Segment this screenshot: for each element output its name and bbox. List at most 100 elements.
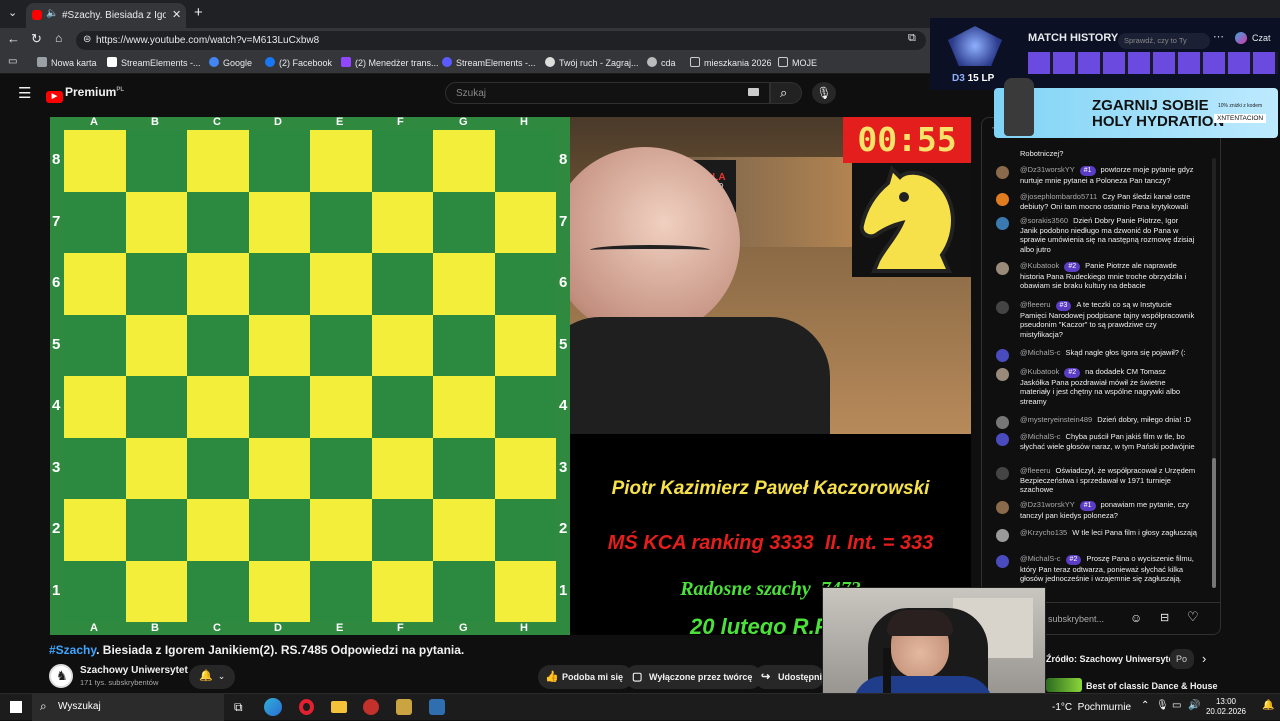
chat-author[interactable]: @MichalS-c: [1020, 554, 1061, 563]
audio-icon[interactable]: 🔈: [46, 8, 58, 19]
search-input[interactable]: Szukaj: [445, 82, 770, 104]
site-info-icon[interactable]: ⊜: [83, 34, 91, 45]
reading-list-icon[interactable]: ▭: [8, 56, 17, 67]
channel-avatar[interactable]: ♞: [49, 664, 73, 688]
copilot-icon[interactable]: [1235, 32, 1247, 44]
app-icon[interactable]: [363, 699, 379, 715]
channel-name[interactable]: Szachowy Uniwersytet: [80, 665, 188, 676]
home-icon[interactable]: ⌂: [55, 31, 62, 45]
bookmark-item[interactable]: (2) Menedżer trans...: [341, 57, 439, 68]
chat-author[interactable]: @Dz31worskYY: [1020, 165, 1075, 174]
chevron-down-icon: ⌄: [217, 671, 226, 681]
taskbar-search[interactable]: ⌕ Wyszukaj: [32, 694, 224, 721]
avatar[interactable]: [996, 349, 1009, 362]
heart-icon[interactable]: ♡: [1187, 609, 1199, 625]
creator-disabled-button[interactable]: ▢ Wyłączone przez twórcę: [625, 665, 763, 689]
chat-author[interactable]: @Dz31worskYY: [1020, 500, 1075, 509]
tab-close-icon[interactable]: ✕: [172, 8, 181, 21]
avatar[interactable]: [996, 301, 1009, 314]
like-button[interactable]: 👍 Podoba mi się: [538, 665, 634, 689]
menu-icon[interactable]: ☰: [18, 84, 31, 102]
new-tab-icon[interactable]: +: [194, 4, 203, 21]
keyboard-icon[interactable]: [748, 88, 759, 96]
board-square: [125, 499, 187, 561]
avatar[interactable]: [996, 368, 1009, 381]
task-view-icon[interactable]: ⧉: [234, 700, 243, 715]
reload-icon[interactable]: ↻: [31, 31, 42, 47]
windows-start-icon[interactable]: [10, 701, 22, 713]
search-button[interactable]: ⌕: [770, 82, 802, 104]
tab-list-chevron-icon[interactable]: ⌄: [8, 6, 17, 19]
bookmark-item[interactable]: Twój ruch - Zagraj...: [545, 57, 639, 68]
video-player[interactable]: A B C D E F G H A B C D E F G H 8 7 6 5 …: [50, 117, 971, 635]
network-icon[interactable]: ▭: [1172, 700, 1181, 711]
side-chat-label[interactable]: Czat: [1252, 33, 1271, 43]
chat-author[interactable]: @MichalS-c: [1020, 432, 1061, 441]
chat-author[interactable]: @josephlombardo5711: [1020, 192, 1097, 201]
back-icon[interactable]: ←: [7, 31, 20, 46]
microphone-icon[interactable]: 🎙: [812, 82, 836, 104]
chat-author[interactable]: @Kubatook: [1020, 367, 1059, 376]
chat-author[interactable]: @fleeeru: [1020, 300, 1051, 309]
volume-icon[interactable]: 🔊: [1188, 700, 1200, 711]
avatar[interactable]: [996, 262, 1009, 275]
avatar[interactable]: [996, 433, 1009, 446]
chat-input[interactable]: subskrybent...: [1048, 614, 1104, 624]
video-hashtag-link[interactable]: #Szachy: [49, 643, 96, 657]
recommended-title[interactable]: Best of classic Dance & House: [1086, 681, 1218, 691]
filter-chip[interactable]: Po: [1170, 649, 1194, 669]
bookmark-item[interactable]: cda: [647, 57, 676, 68]
emoji-icon[interactable]: ☺: [1130, 611, 1142, 625]
avatar[interactable]: [996, 501, 1009, 514]
youtube-logo[interactable]: ▶ PremiumPL: [46, 85, 124, 103]
bookmark-item[interactable]: StreamElements -...: [107, 57, 201, 68]
edge-icon[interactable]: [264, 698, 282, 716]
recommended-thumbnail[interactable]: [1046, 678, 1082, 692]
avatar[interactable]: [996, 529, 1009, 542]
file-explorer-icon[interactable]: [331, 701, 347, 713]
sponsor-ad[interactable]: ZGARNIJ SOBIE HOLY HYDRATION 10% zniżki …: [994, 78, 1278, 138]
avatar[interactable]: [996, 166, 1009, 179]
chat-author[interactable]: @fleeeru: [1020, 466, 1051, 475]
avatar[interactable]: [996, 193, 1009, 206]
extensions-icon[interactable]: ⧉: [908, 32, 916, 45]
microphone-tray-icon[interactable]: 🎙: [1156, 700, 1169, 711]
side-search-input[interactable]: Sprawdź, czy to Ty: [1118, 33, 1210, 49]
notifications-icon[interactable]: 🔔: [1262, 700, 1274, 711]
avatar[interactable]: [996, 416, 1009, 429]
app-icon[interactable]: [429, 699, 445, 715]
chat-author[interactable]: @Kubatook: [1020, 261, 1059, 270]
file-label: G: [459, 622, 468, 634]
bookmark-item[interactable]: StreamElements -...: [442, 57, 536, 68]
chat-author[interactable]: @Krzycho135: [1020, 528, 1067, 537]
bookmark-item[interactable]: Nowa karta: [37, 57, 97, 68]
share-button[interactable]: ↪ Udostępnij: [754, 665, 825, 689]
chat-author[interactable]: @sorakis3560: [1020, 216, 1068, 225]
super-chat-icon[interactable]: ⊟: [1160, 611, 1169, 624]
chat-scrollbar-thumb[interactable]: [1212, 458, 1216, 588]
avatar[interactable]: [996, 555, 1009, 568]
browser-tab[interactable]: 🔈 #Szachy. Biesiada z Igorem Ja ✕: [26, 3, 186, 28]
weather-text[interactable]: -1°C Pochmurnie: [1052, 702, 1131, 713]
clock[interactable]: 13:00 20.02.2026: [1203, 697, 1249, 717]
bookmark-item[interactable]: (2) Facebook: [265, 57, 332, 68]
tray-chevron-icon[interactable]: ⌃: [1141, 700, 1149, 711]
avatar[interactable]: [996, 467, 1009, 480]
board-square: [125, 560, 187, 622]
opera-icon[interactable]: [299, 699, 314, 715]
rank-label: 7: [52, 213, 61, 230]
notification-bell-button[interactable]: 🔔 ⌄: [189, 665, 235, 689]
bookmark-item[interactable]: mieszkania 2026: [690, 57, 772, 68]
member-badge-icon: #2: [1064, 368, 1081, 378]
bookmark-item[interactable]: Google: [209, 57, 252, 68]
chevron-right-icon[interactable]: ›: [1202, 651, 1206, 666]
chat-author[interactable]: @MichalS-c: [1020, 348, 1061, 357]
source-chip[interactable]: Źródło: Szachowy Uniwersytet: [1046, 649, 1177, 671]
chat-author[interactable]: @mysteryeinstein489: [1020, 415, 1092, 424]
avatar[interactable]: [996, 217, 1009, 230]
bookmark-item[interactable]: MOJE: [778, 57, 817, 68]
more-icon[interactable]: ⋯: [1213, 30, 1224, 43]
chat-scrollbar[interactable]: [1212, 158, 1216, 588]
url-input[interactable]: ⊜ https://www.youtube.com/watch?v=M613Lu…: [76, 31, 926, 50]
app-icon[interactable]: [396, 699, 412, 715]
